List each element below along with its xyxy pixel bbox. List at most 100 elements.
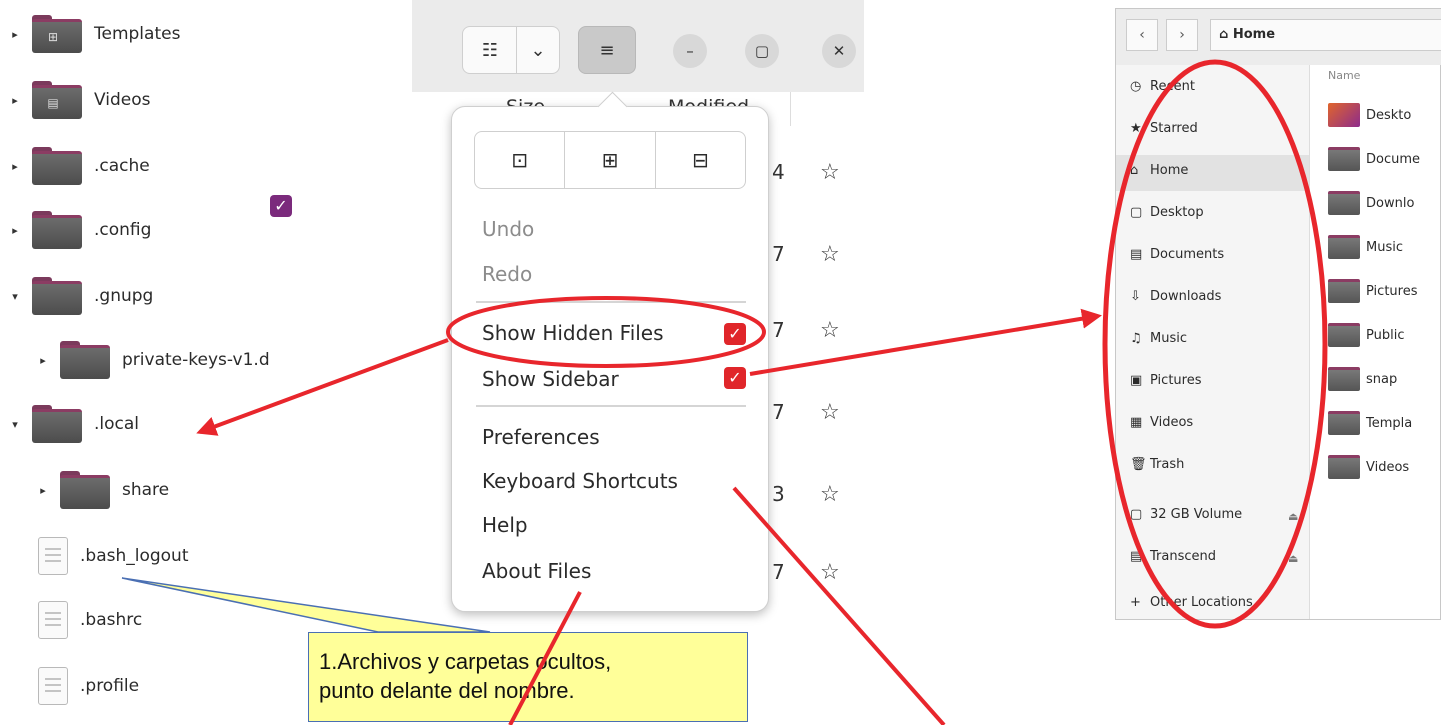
sidebar-item-label: 32 GB Volume bbox=[1150, 507, 1243, 522]
path-bar[interactable]: ⌂ Home bbox=[1210, 19, 1441, 51]
tree-row-videos[interactable]: ▸ ▤ Videos bbox=[8, 74, 151, 126]
star-icon[interactable]: ☆ bbox=[820, 400, 840, 425]
menu-item-undo[interactable]: Undo bbox=[482, 217, 534, 241]
sidebar-item-downloads[interactable]: ⇩ Downloads bbox=[1130, 289, 1221, 304]
main-menu-button[interactable]: ≡ bbox=[578, 26, 636, 74]
menu-item-redo[interactable]: Redo bbox=[482, 262, 532, 286]
star-icon[interactable]: ☆ bbox=[820, 160, 840, 185]
sidebar-item-videos[interactable]: ▦ Videos bbox=[1130, 415, 1193, 430]
menu-separator bbox=[476, 405, 746, 407]
folder-icon bbox=[60, 341, 110, 379]
menu-item-help[interactable]: Help bbox=[482, 513, 528, 537]
back-button[interactable]: ‹ bbox=[1126, 19, 1158, 51]
maximize-button[interactable]: ▢ bbox=[745, 34, 779, 68]
tree-item-label: .cache bbox=[94, 156, 150, 176]
sidebar-item-desktop[interactable]: ▢ Desktop bbox=[1130, 205, 1204, 220]
grid-view-button[interactable]: ☷ bbox=[462, 26, 518, 74]
callout-line-1: 1.Archivos y carpetas ocultos, bbox=[319, 649, 612, 674]
star-icon[interactable]: ☆ bbox=[820, 242, 840, 267]
new-tab-icon: ⊞ bbox=[601, 148, 619, 172]
folder-icon bbox=[1328, 147, 1360, 171]
forward-button[interactable]: › bbox=[1166, 19, 1198, 51]
tree-row-profile[interactable]: .profile bbox=[8, 660, 139, 712]
file-item[interactable]: Pictures bbox=[1328, 279, 1417, 303]
main-menu-popover: ⊡ ⊞ ⊟ Undo Redo Show Hidden Files ✓ Show… bbox=[451, 91, 769, 612]
new-folder-icon: ⊟ bbox=[691, 148, 709, 172]
folder-icon bbox=[1328, 279, 1360, 303]
file-item-label: Docume bbox=[1366, 151, 1421, 167]
expander-icon[interactable]: ▸ bbox=[36, 354, 50, 367]
close-icon: ✕ bbox=[832, 42, 846, 60]
sidebar-item-home[interactable]: ⌂ Home bbox=[1130, 163, 1188, 178]
eject-icon[interactable]: ⏏ bbox=[1288, 552, 1298, 565]
expander-icon[interactable]: ▸ bbox=[8, 94, 22, 107]
minimize-button[interactable]: – bbox=[673, 34, 707, 68]
sidebar-item-label: Desktop bbox=[1150, 205, 1204, 220]
expander-icon[interactable]: ▸ bbox=[8, 28, 22, 41]
expander-icon[interactable]: ▸ bbox=[36, 484, 50, 497]
new-tab-button[interactable]: ⊞ bbox=[565, 132, 656, 188]
expander-icon[interactable]: ▾ bbox=[8, 418, 22, 431]
tree-row-private-keys[interactable]: ▸ private-keys-v1.d bbox=[36, 334, 270, 386]
file-item[interactable]: Videos bbox=[1328, 455, 1409, 479]
file-item[interactable]: snap bbox=[1328, 367, 1397, 391]
file-item-label: Pictures bbox=[1366, 283, 1418, 299]
menu-item-show-hidden-files[interactable]: Show Hidden Files bbox=[482, 321, 664, 345]
show-sidebar-checkbox[interactable]: ✓ bbox=[724, 367, 746, 389]
close-button[interactable]: ✕ bbox=[822, 34, 856, 68]
sidebar-item-label: Recent bbox=[1150, 79, 1195, 94]
sidebar-item-trash[interactable]: 🗑 Trash bbox=[1130, 457, 1184, 472]
sidebar-item-other-locations[interactable]: + Other Locations bbox=[1130, 595, 1253, 610]
tree-row-gnupg[interactable]: ▾ .gnupg bbox=[8, 270, 153, 322]
new-folder-button[interactable]: ⊟ bbox=[656, 132, 745, 188]
menu-item-about-files[interactable]: About Files bbox=[482, 559, 591, 583]
clock-icon: ◷ bbox=[1130, 79, 1142, 94]
tree-item-label: .profile bbox=[80, 676, 140, 696]
sidebar-item-pictures[interactable]: ▣ Pictures bbox=[1130, 373, 1201, 388]
tree-row-templates[interactable]: ▸ ⊞ Templates bbox=[8, 8, 180, 60]
cell-value: 7 bbox=[772, 560, 785, 584]
file-item[interactable]: Downlo bbox=[1328, 191, 1414, 215]
files-window-sidebar: ‹ › ⌂ Home ◷ Recent ★ Starred ⌂ Home ▢ Deskt… bbox=[1115, 8, 1441, 620]
sidebar-item-volume[interactable]: ▢ 32 GB Volume bbox=[1130, 507, 1242, 522]
file-item[interactable]: Deskto bbox=[1328, 103, 1411, 127]
tree-row-bashrc[interactable]: .bashrc bbox=[8, 594, 142, 646]
star-icon[interactable]: ☆ bbox=[820, 318, 840, 343]
callout-line-2: punto delante del nombre. bbox=[319, 678, 575, 703]
eject-icon[interactable]: ⏏ bbox=[1288, 510, 1298, 523]
sidebar-item-documents[interactable]: ▤ Documents bbox=[1130, 247, 1224, 262]
file-item[interactable]: Docume bbox=[1328, 147, 1420, 171]
new-window-button[interactable]: ⊡ bbox=[475, 132, 566, 188]
tree-row-share[interactable]: ▸ share bbox=[36, 464, 169, 516]
file-item[interactable]: Music bbox=[1328, 235, 1403, 259]
expander-icon[interactable]: ▾ bbox=[8, 290, 22, 303]
text-file-icon bbox=[38, 667, 68, 705]
menu-item-show-sidebar[interactable]: Show Sidebar bbox=[482, 367, 619, 391]
tree-row-bash-logout[interactable]: .bash_logout bbox=[8, 530, 189, 582]
star-icon[interactable]: ☆ bbox=[820, 560, 840, 585]
toolbar: ‹ › ⌂ Home bbox=[1116, 9, 1441, 65]
sidebar-item-transcend[interactable]: ▤ Transcend bbox=[1130, 549, 1216, 564]
selection-checkbox[interactable]: ✓ bbox=[270, 195, 292, 217]
tree-row-cache[interactable]: ▸ .cache bbox=[8, 140, 150, 192]
sidebar-item-recent[interactable]: ◷ Recent bbox=[1130, 79, 1195, 94]
menu-item-preferences[interactable]: Preferences bbox=[482, 425, 600, 449]
name-column-header[interactable]: Name bbox=[1328, 69, 1360, 82]
view-options-button[interactable]: ⌄ bbox=[516, 26, 560, 74]
expander-icon[interactable]: ▸ bbox=[8, 160, 22, 173]
picture-icon: ▣ bbox=[1130, 373, 1143, 388]
show-hidden-checkbox[interactable]: ✓ bbox=[724, 323, 746, 345]
sidebar-item-label: Pictures bbox=[1150, 373, 1202, 388]
sidebar-item-music[interactable]: ♫ Music bbox=[1130, 331, 1187, 346]
expander-icon[interactable]: ▸ bbox=[8, 224, 22, 237]
star-icon[interactable]: ☆ bbox=[820, 482, 840, 507]
tree-item-label: Videos bbox=[94, 90, 151, 110]
sidebar-item-starred[interactable]: ★ Starred bbox=[1130, 121, 1198, 136]
file-list: Name Deskto Docume Downlo Music Pictures… bbox=[1310, 65, 1441, 619]
tree-row-config[interactable]: ▸ .config bbox=[8, 204, 151, 256]
file-item[interactable]: Templa bbox=[1328, 411, 1412, 435]
menu-item-keyboard-shortcuts[interactable]: Keyboard Shortcuts bbox=[482, 469, 678, 493]
tree-item-label: share bbox=[122, 480, 170, 500]
file-item[interactable]: Public bbox=[1328, 323, 1404, 347]
tree-row-local[interactable]: ▾ .local bbox=[8, 398, 139, 450]
